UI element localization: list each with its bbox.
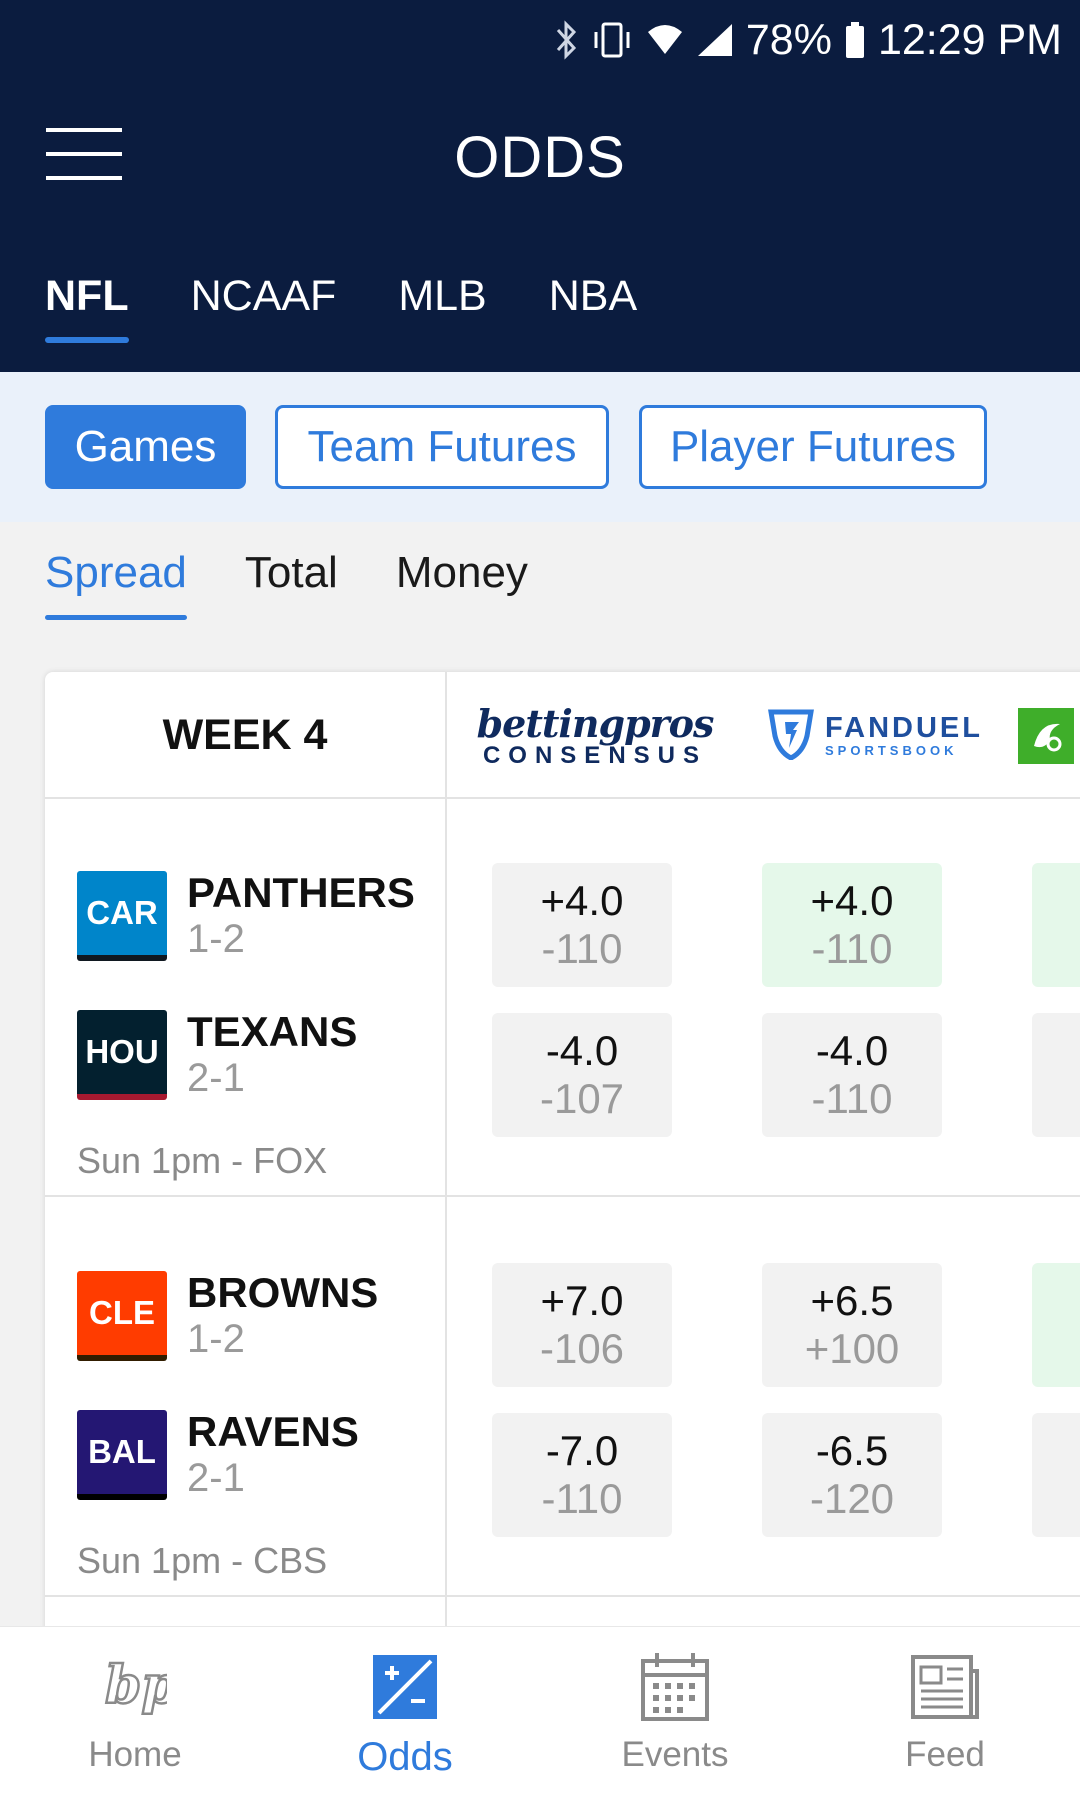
odds-cell[interactable] — [1032, 863, 1080, 987]
bp-logo-icon: bp — [95, 1647, 175, 1727]
odds-cell[interactable]: +4.0 -110 — [762, 863, 942, 987]
spread-line: -6.5 — [815, 1427, 889, 1474]
team-badge: CLE — [77, 1271, 167, 1361]
team-name: PANTHERS — [187, 869, 415, 916]
view-segment-bar: Games Team Futures Player Futures — [0, 372, 1080, 522]
game-row: CLE BROWNS 1-2 BAL RAVENS 2-1 Sun 1pm - … — [45, 1199, 1080, 1597]
league-tabs: NFL NCAAF MLB NBA — [45, 272, 637, 343]
odds-cell[interactable]: +4.0 -110 — [492, 863, 672, 987]
nav-odds[interactable]: Odds — [270, 1627, 540, 1794]
app-header: 78% 12:29 PM ODDS NFL NCAAF MLB NBA — [0, 0, 1080, 372]
odds-cell[interactable]: -6.5 -120 — [762, 1413, 942, 1537]
team-row[interactable]: HOU TEXANS 2-1 — [77, 1008, 358, 1100]
fanduel-wordmark: FANDUEL — [825, 712, 983, 744]
bottom-nav: bp Home Odds Events Feed — [0, 1626, 1080, 1794]
consensus-label: CONSENSUS — [482, 742, 707, 769]
spread-price: -110 — [541, 925, 623, 972]
tab-ncaaf[interactable]: NCAAF — [191, 272, 337, 343]
spread-price: -110 — [811, 1075, 893, 1122]
svg-text:bp: bp — [105, 1655, 167, 1716]
fanduel-logo[interactable]: FANDUEL SPORTSBOOK — [745, 672, 1005, 799]
tab-total[interactable]: Total — [245, 548, 338, 620]
odds-cell[interactable]: -4.0 -110 — [762, 1013, 942, 1137]
sportsbook-label: SPORTSBOOK — [825, 743, 958, 758]
team-row[interactable]: BAL RAVENS 2-1 — [77, 1408, 359, 1500]
spread-line: +6.5 — [810, 1277, 894, 1324]
odds-cell[interactable]: -4.0 -107 — [492, 1013, 672, 1137]
draftkings-logo[interactable] — [1018, 708, 1074, 764]
nav-feed-label: Feed — [905, 1735, 985, 1774]
spread-line: -4.0 — [545, 1027, 619, 1074]
spread-line: +4.0 — [810, 877, 894, 924]
team-name: TEXANS — [187, 1008, 358, 1055]
team-badge: HOU — [77, 1010, 167, 1100]
odds-cell[interactable] — [1032, 1263, 1080, 1387]
nav-home-label: Home — [88, 1735, 182, 1774]
table-header: WEEK 4 bettingpros CONSENSUS FANDUEL SPO… — [45, 672, 1080, 799]
spread-price: -120 — [809, 1475, 895, 1522]
team-badge: BAL — [77, 1410, 167, 1500]
nav-feed[interactable]: Feed — [810, 1627, 1080, 1794]
odds-cell[interactable]: +7.0 -106 — [492, 1263, 672, 1387]
spread-price: -107 — [539, 1075, 625, 1122]
team-record: 2-1 — [187, 1456, 245, 1500]
odds-icon — [365, 1647, 445, 1727]
week-label: WEEK 4 — [162, 711, 328, 759]
vibrate-icon — [590, 20, 634, 60]
team-name: BROWNS — [187, 1269, 379, 1316]
newspaper-icon — [905, 1647, 985, 1727]
tab-spread[interactable]: Spread — [45, 548, 187, 620]
spread-line: -4.0 — [815, 1027, 889, 1074]
spread-price: +100 — [804, 1325, 900, 1372]
spread-line: +4.0 — [540, 877, 624, 924]
game-time: Sun 1pm - FOX — [77, 1140, 328, 1181]
nav-events-label: Events — [621, 1735, 729, 1774]
fanduel-shield-icon — [767, 706, 815, 765]
calendar-icon — [635, 1647, 715, 1727]
team-record: 1-2 — [187, 1317, 245, 1361]
spread-price: -110 — [811, 925, 893, 972]
odds-cell[interactable]: -7.0 -110 — [492, 1413, 672, 1537]
spread-line: -7.0 — [545, 1427, 619, 1474]
odds-cell[interactable] — [1032, 1013, 1080, 1137]
clock: 12:29 PM — [877, 15, 1062, 64]
spread-price: -110 — [541, 1475, 623, 1522]
tab-mlb[interactable]: MLB — [398, 272, 486, 343]
team-futures-button[interactable]: Team Futures — [275, 405, 609, 489]
tab-money[interactable]: Money — [396, 548, 528, 620]
team-record: 1-2 — [187, 917, 245, 961]
bet-type-tabs: Spread Total Money — [45, 548, 528, 620]
page-title: ODDS — [454, 125, 626, 190]
nav-odds-label: Odds — [357, 1735, 453, 1779]
bluetooth-icon — [554, 20, 578, 60]
player-futures-button[interactable]: Player Futures — [639, 405, 987, 489]
odds-table: WEEK 4 bettingpros CONSENSUS FANDUEL SPO… — [45, 672, 1080, 1632]
game-row: CAR PANTHERS 1-2 HOU TEXANS 2-1 Sun 1pm … — [45, 799, 1080, 1197]
team-record: 2-1 — [187, 1056, 245, 1100]
games-button[interactable]: Games — [45, 405, 246, 489]
game-time: Sun 1pm - CBS — [77, 1540, 328, 1581]
bettingpros-wordmark: bettingpros — [476, 701, 715, 746]
bettingpros-consensus-logo[interactable]: bettingpros CONSENSUS — [475, 672, 715, 799]
nav-home[interactable]: bp Home — [0, 1627, 270, 1794]
battery-icon — [844, 20, 866, 60]
team-badge: CAR — [77, 871, 167, 961]
team-row[interactable]: CLE BROWNS 1-2 — [77, 1269, 379, 1361]
tab-nba[interactable]: NBA — [549, 272, 637, 343]
odds-cell[interactable]: +6.5 +100 — [762, 1263, 942, 1387]
battery-percent: 78% — [745, 15, 832, 64]
nav-events[interactable]: Events — [540, 1627, 810, 1794]
status-bar: 78% 12:29 PM — [554, 10, 1062, 70]
wifi-icon — [646, 20, 684, 60]
signal-icon — [696, 20, 734, 60]
tab-nfl[interactable]: NFL — [45, 272, 129, 343]
spread-line: +7.0 — [540, 1277, 624, 1324]
spread-price: -106 — [539, 1325, 625, 1372]
odds-cell[interactable] — [1032, 1413, 1080, 1537]
team-name: RAVENS — [187, 1408, 359, 1455]
team-row[interactable]: CAR PANTHERS 1-2 — [77, 869, 415, 961]
